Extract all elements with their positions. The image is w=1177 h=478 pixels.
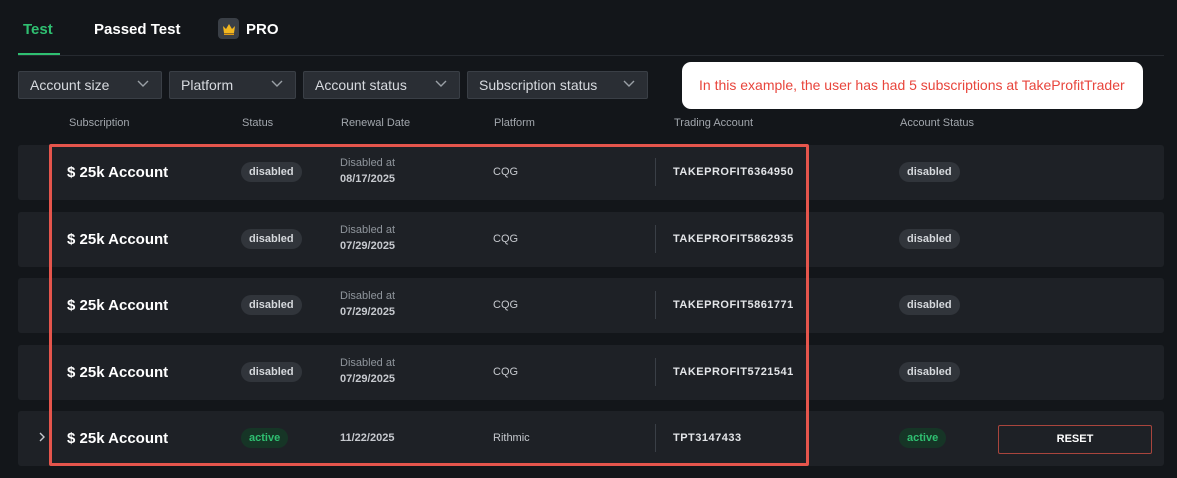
crown-icon[interactable] [218,18,239,39]
renewal-label: Disabled at [340,290,396,302]
subscriptions-page: Test Passed Test PRO Account size Platfo… [0,0,1177,478]
chevron-right-icon[interactable] [38,430,46,448]
trading-account-id: TAKEPROFIT5721541 [673,366,794,378]
platform-name: Rithmic [493,432,530,444]
column-header-trading-account: Trading Account [674,117,754,129]
tab-test[interactable]: Test [23,21,53,38]
status-badge: disabled [241,295,302,315]
divider [655,424,656,452]
status-badge: disabled [241,229,302,249]
table-row[interactable]: $ 25k Account disabled Disabled at 07/29… [18,345,1164,400]
renewal-date-value: 11/22/2025 [340,432,395,444]
account-status-filter[interactable]: Account status [303,71,460,99]
renewal-label: Disabled at [340,157,396,169]
table-row[interactable]: $ 25k Account disabled Disabled at 07/29… [18,212,1164,267]
column-header-subscription: Subscription [69,117,130,129]
renewal-label: Disabled at [340,224,396,236]
subscription-status-filter-label: Subscription status [479,77,598,93]
tab-passed-test[interactable]: Passed Test [94,21,180,38]
subscription-name: $ 25k Account [67,231,169,248]
account-status-badge: disabled [899,229,960,249]
status-badge: active [241,428,289,448]
column-header-renewal-date: Renewal Date [341,117,411,129]
platform-name: CQG [493,166,519,178]
account-status-badge: disabled [899,162,960,182]
subscription-status-filter[interactable]: Subscription status [467,71,648,99]
trading-account-id: TAKEPROFIT6364950 [673,166,794,178]
renewal-label: Disabled at [340,357,396,369]
account-size-filter[interactable]: Account size [18,71,162,99]
subscription-name: $ 25k Account [67,164,169,181]
platform-name: CQG [493,366,519,378]
column-header-platform: Platform [494,117,535,129]
table-row[interactable]: $ 25k Account disabled Disabled at 08/17… [18,145,1164,200]
renewal-date: Disabled at 08/17/2025 [340,157,395,185]
account-status-filter-label: Account status [315,77,407,93]
trading-account-id: TAKEPROFIT5861771 [673,299,794,311]
subscription-name: $ 25k Account [67,430,169,447]
platform-name: CQG [493,233,519,245]
active-tab-indicator [18,53,60,55]
subscription-name: $ 25k Account [67,364,169,381]
column-header-status: Status [242,117,274,129]
reset-button[interactable]: RESET [998,425,1152,454]
column-header-account-status: Account Status [900,117,974,129]
platform-filter[interactable]: Platform [169,71,296,99]
divider [655,225,656,253]
renewal-date-value: 08/17/2025 [340,173,396,185]
table-row[interactable]: $ 25k Account active 11/22/2025 Rithmic … [18,411,1164,466]
renewal-date-value: 07/29/2025 [340,373,396,385]
tab-bar: Test Passed Test PRO [18,0,1164,56]
annotation-callout: In this example, the user has had 5 subs… [682,62,1143,109]
trading-account-id: TAKEPROFIT5862935 [673,233,794,245]
trading-account-id: TPT3147433 [673,432,742,444]
renewal-date-value: 07/29/2025 [340,306,396,318]
platform-filter-label: Platform [181,77,234,93]
status-badge: disabled [241,362,302,382]
status-badge: disabled [241,162,302,182]
account-size-filter-label: Account size [30,77,110,93]
renewal-date: Disabled at 07/29/2025 [340,224,395,252]
chevron-down-icon [137,80,149,87]
chevron-down-icon [271,80,283,87]
divider [655,291,656,319]
divider [655,158,656,186]
platform-name: CQG [493,299,519,311]
chevron-down-icon [623,80,635,87]
table-row[interactable]: $ 25k Account disabled Disabled at 07/29… [18,278,1164,333]
renewal-date: Disabled at 07/29/2025 [340,357,395,385]
chevron-down-icon [435,80,447,87]
renewal-date: Disabled at 07/29/2025 [340,290,395,318]
renewal-date: 11/22/2025 [340,432,394,444]
tab-pro[interactable]: PRO [246,21,279,38]
account-status-badge: disabled [899,362,960,382]
divider [655,358,656,386]
account-status-badge: active [899,428,947,448]
account-status-badge: disabled [899,295,960,315]
subscription-name: $ 25k Account [67,297,169,314]
renewal-date-value: 07/29/2025 [340,240,396,252]
